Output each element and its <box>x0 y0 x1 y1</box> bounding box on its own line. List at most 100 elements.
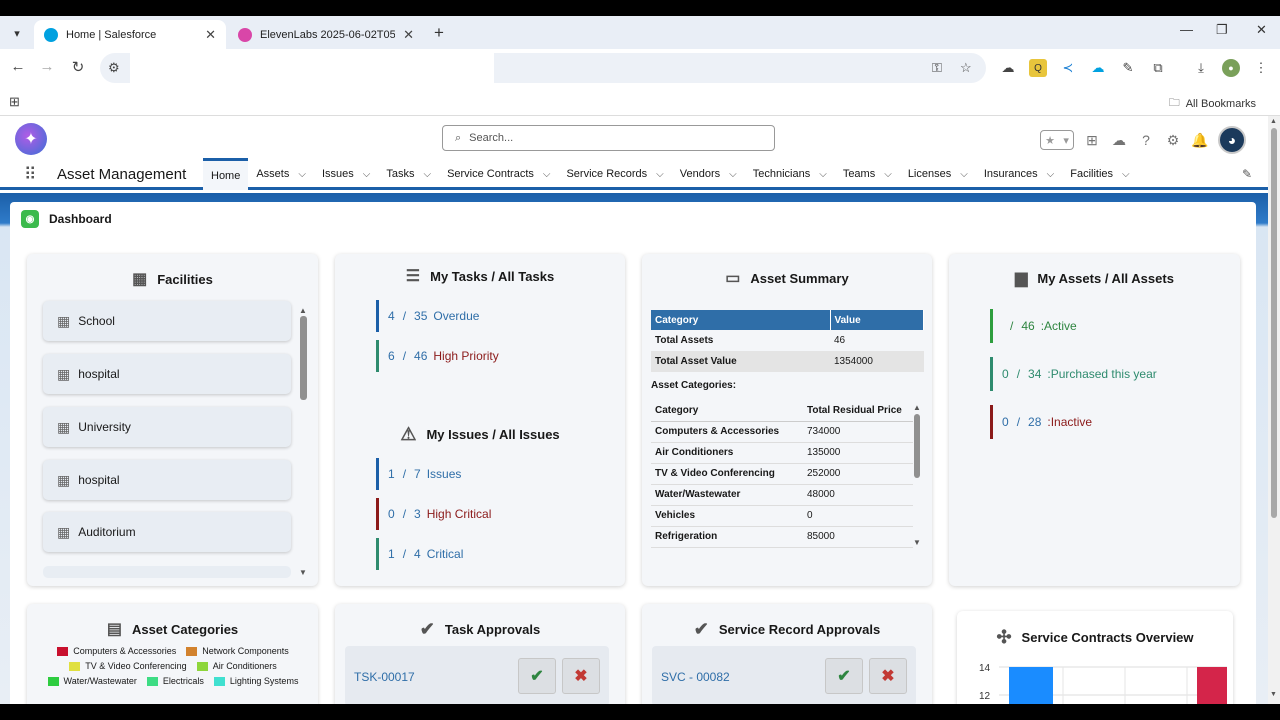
chevron-down-icon[interactable]: ⌵ <box>423 169 431 180</box>
close-tab-icon[interactable]: ✕ <box>403 27 414 43</box>
app-launcher-icon[interactable]: ⠿ <box>24 165 36 185</box>
approval-record-link[interactable]: TSK-00017 <box>354 670 415 684</box>
nav-tab-service-records[interactable]: Service Records ⌵ <box>558 158 671 190</box>
extension-cloud-icon[interactable]: ☁ <box>999 59 1017 77</box>
nav-tab-vendors[interactable]: Vendors ⌵ <box>672 158 745 190</box>
download-icon[interactable]: ⤓ <box>1192 59 1210 77</box>
scroll-down-icon[interactable]: ▼ <box>1270 691 1277 698</box>
new-tab-icon[interactable]: + <box>434 23 444 43</box>
extension-q-icon[interactable]: Q <box>1029 59 1047 77</box>
forward-icon[interactable]: → <box>37 58 57 75</box>
legend-item[interactable]: Computers & Accessories <box>57 646 176 656</box>
favorites-button[interactable]: ★ ▾ <box>1040 130 1074 150</box>
facility-item[interactable]: ▦ hospital <box>43 460 291 500</box>
nav-tab-assets[interactable]: Assets ⌵ <box>248 158 314 190</box>
minimize-icon[interactable]: — <box>1180 22 1193 37</box>
scroll-up-icon[interactable]: ▲ <box>299 306 307 315</box>
legend-item[interactable]: Air Conditioners <box>196 661 277 671</box>
extension-pen-icon[interactable]: ✎ <box>1119 59 1137 77</box>
all-bookmarks[interactable]: 🗀 All Bookmarks <box>1169 94 1256 113</box>
back-icon[interactable]: ← <box>8 58 28 75</box>
edit-nav-pencil-icon[interactable]: ✎ <box>1242 167 1252 181</box>
bookmark-star-icon[interactable]: ☆ <box>960 60 972 76</box>
notifications-bell-icon[interactable]: 🔔 <box>1191 131 1209 149</box>
facility-item[interactable]: ▦ University <box>43 407 291 447</box>
setup-gear-icon[interactable]: ⚙ <box>1164 131 1182 149</box>
reject-button[interactable]: ✖ <box>869 658 907 694</box>
task-metric-high-priority[interactable]: 6 / 46 High Priority <box>376 340 499 372</box>
facility-item[interactable]: ▦ Auditorium <box>43 512 291 552</box>
nav-tab-insurances[interactable]: Insurances ⌵ <box>976 158 1062 190</box>
chevron-down-icon[interactable]: ⌵ <box>656 169 664 180</box>
nav-tab-service-contracts[interactable]: Service Contracts ⌵ <box>439 158 558 190</box>
help-icon[interactable]: ? <box>1137 131 1155 149</box>
legend-item[interactable]: Network Components <box>186 646 289 656</box>
nav-tab-technicians[interactable]: Technicians ⌵ <box>745 158 835 190</box>
approve-button[interactable]: ✔ <box>825 658 863 694</box>
nav-tab-licenses[interactable]: Licenses ⌵ <box>900 158 976 190</box>
trailhead-icon[interactable]: ☁ <box>1110 131 1128 149</box>
approval-record-link[interactable]: SVC - 00082 <box>661 670 730 684</box>
nav-tab-facilities[interactable]: Facilities ⌵ <box>1062 158 1137 190</box>
password-key-icon[interactable]: ⚿ <box>932 60 942 76</box>
browser-menu-icon[interactable]: ⋮ <box>1252 59 1270 77</box>
page-scrollbar[interactable]: ▲ ▼ <box>1268 116 1280 704</box>
page-scroll-thumb[interactable] <box>1271 128 1277 518</box>
browser-tab-active[interactable]: Home | Salesforce ✕ <box>34 20 226 49</box>
chart-bar[interactable] <box>1197 667 1227 704</box>
org-logo-icon[interactable]: ✦ <box>15 123 47 155</box>
legend-item[interactable]: Lighting Systems <box>213 676 298 686</box>
reject-button[interactable]: ✖ <box>562 658 600 694</box>
chevron-down-icon[interactable]: ⌵ <box>363 169 371 180</box>
close-window-icon[interactable]: ✕ <box>1256 22 1267 38</box>
tab-search-icon[interactable]: ▾ <box>6 22 28 44</box>
close-tab-icon[interactable]: ✕ <box>205 27 216 43</box>
legend-item[interactable]: TV & Video Conferencing <box>69 661 187 671</box>
legend-item[interactable]: Water/Wastewater <box>47 676 137 686</box>
profile-icon[interactable]: ● <box>1222 59 1240 77</box>
issue-metric-issues[interactable]: 1 / 7 Issues <box>376 458 461 490</box>
scroll-thumb[interactable] <box>300 316 307 400</box>
task-metric-overdue[interactable]: 4 / 35 Overdue <box>376 300 479 332</box>
nav-tab-teams[interactable]: Teams ⌵ <box>835 158 900 190</box>
legend-item[interactable]: Electricals <box>146 676 204 686</box>
chevron-down-icon[interactable]: ⌵ <box>1047 169 1055 180</box>
site-settings-icon[interactable]: ⚙ <box>108 60 120 76</box>
extensions-puzzle-icon[interactable]: ⧉ <box>1149 59 1167 77</box>
asset-metric-active[interactable]: / 46 :Active <box>990 309 1077 343</box>
asset-metric-inactive[interactable]: 0 / 28 :Inactive <box>990 405 1092 439</box>
chevron-down-icon[interactable]: ⌵ <box>884 169 892 180</box>
scroll-up-icon[interactable]: ▲ <box>1270 118 1277 125</box>
extension-salesforce-icon[interactable]: ☁ <box>1089 59 1107 77</box>
apps-grid-icon[interactable]: ⊞ <box>9 94 20 110</box>
chevron-down-icon[interactable]: ⌵ <box>298 169 306 180</box>
global-search-input[interactable]: ⌕ Search... <box>442 125 775 151</box>
scroll-down-icon[interactable]: ▼ <box>913 538 921 547</box>
issue-metric-critical[interactable]: 1 / 4 Critical <box>376 538 463 570</box>
restore-icon[interactable]: ❐ <box>1216 22 1228 38</box>
nav-tab-home[interactable]: Home <box>203 158 249 190</box>
chevron-down-icon[interactable]: ⌵ <box>729 169 737 180</box>
chevron-down-icon[interactable]: ⌵ <box>543 169 551 180</box>
nav-tab-tasks[interactable]: Tasks ⌵ <box>378 158 439 190</box>
scroll-up-icon[interactable]: ▲ <box>913 403 921 412</box>
reload-icon[interactable]: ↻ <box>68 58 88 76</box>
issue-metric-high-critical[interactable]: 0 / 3 High Critical <box>376 498 491 530</box>
categories-scrollbar[interactable] <box>914 414 921 539</box>
facilities-scrollbar[interactable] <box>300 316 307 566</box>
extension-vscode-icon[interactable]: ≺ <box>1059 59 1077 77</box>
browser-tab-inactive[interactable]: ElevenLabs 2025-06-02T05 22 ✕ <box>228 20 424 49</box>
approve-button[interactable]: ✔ <box>518 658 556 694</box>
facility-item[interactable]: ▦ School <box>43 301 291 341</box>
nav-tab-issues[interactable]: Issues ⌵ <box>314 158 378 190</box>
chevron-down-icon[interactable]: ⌵ <box>819 169 827 180</box>
scroll-thumb[interactable] <box>914 414 920 478</box>
global-actions-add-icon[interactable]: ⊞ <box>1083 131 1101 149</box>
chart-bar[interactable] <box>1009 667 1053 704</box>
chevron-down-icon[interactable]: ⌵ <box>1122 169 1130 180</box>
chevron-down-icon[interactable]: ⌵ <box>960 169 968 180</box>
user-avatar[interactable]: ◕ <box>1218 126 1246 154</box>
facility-item[interactable]: ▦ hospital <box>43 354 291 394</box>
scroll-down-icon[interactable]: ▼ <box>299 568 307 577</box>
facility-item[interactable] <box>43 566 291 578</box>
